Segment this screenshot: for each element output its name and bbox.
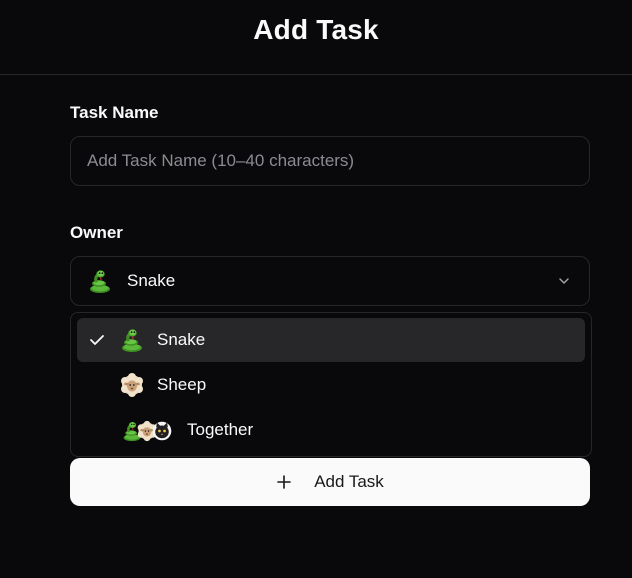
add-task-button-label: Add Task (314, 472, 384, 491)
chevron-down-icon (559, 278, 569, 284)
task-name-label: Task Name (70, 103, 159, 122)
page-title: Add Task (253, 14, 379, 45)
owner-option-snake[interactable]: Snake (77, 318, 585, 362)
snake-emoji-icon (87, 268, 113, 294)
owner-option-label: Sheep (157, 375, 207, 394)
plus-icon (277, 475, 291, 489)
owner-select[interactable]: Snake (70, 256, 590, 306)
snake-sheep-cat-emoji-icon (121, 418, 177, 444)
owner-option-together[interactable]: Together (77, 408, 585, 452)
owner-option-sheep[interactable]: Sheep (77, 363, 585, 407)
owner-option-label: Together (187, 420, 254, 439)
owner-dropdown-menu: Snake Sheep Together (70, 312, 592, 457)
add-task-button[interactable]: Add Task (70, 458, 590, 506)
owner-label: Owner (70, 223, 123, 242)
check-icon (90, 335, 104, 345)
snake-emoji-icon (119, 327, 145, 353)
task-name-input[interactable] (70, 136, 590, 186)
owner-option-label: Snake (157, 330, 206, 349)
sheep-emoji-icon (119, 372, 145, 398)
owner-select-value: Snake (127, 271, 176, 290)
header: Add Task (0, 0, 632, 75)
